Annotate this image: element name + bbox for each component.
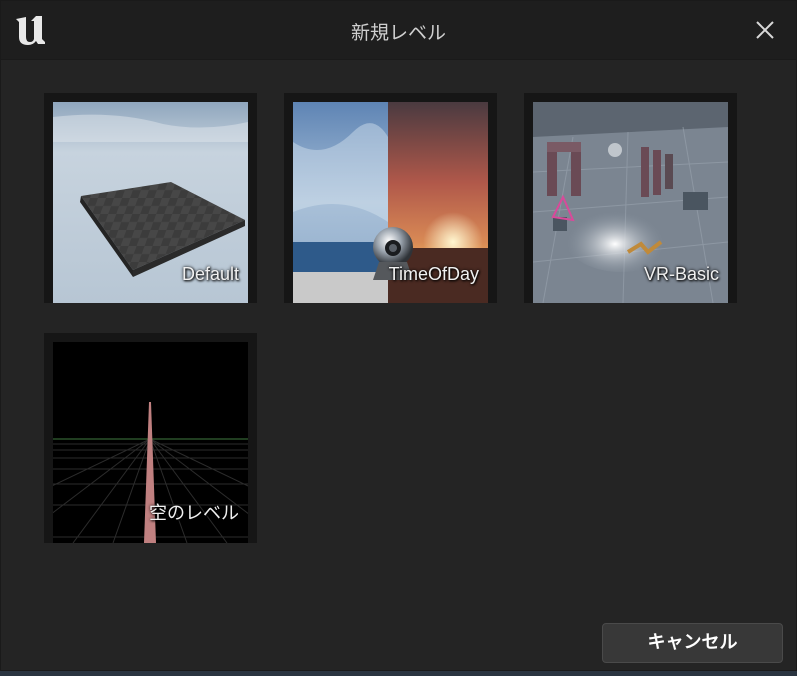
template-tile-timeofday[interactable]: TimeOfDay: [284, 93, 497, 303]
dialog-title: 新規レベル: [350, 22, 446, 44]
new-level-dialog: 新規レベル Default TimeOfDay VR-Basic 空のレベル キ…: [0, 0, 797, 671]
template-tile-empty-level[interactable]: 空のレベル: [44, 333, 257, 543]
template-label: TimeOfDay: [388, 264, 479, 284]
close-icon[interactable]: [754, 19, 776, 41]
template-label: VR-Basic: [643, 264, 719, 284]
template-tile-vr-basic[interactable]: VR-Basic: [524, 93, 737, 303]
template-label: 空のレベル: [149, 503, 239, 523]
cancel-button[interactable]: キャンセル: [602, 623, 783, 663]
background-strip: [0, 671, 797, 676]
template-label: Default: [181, 264, 239, 284]
title-bar: 新規レベル: [1, 1, 796, 60]
template-tile-default[interactable]: Default: [44, 93, 257, 303]
